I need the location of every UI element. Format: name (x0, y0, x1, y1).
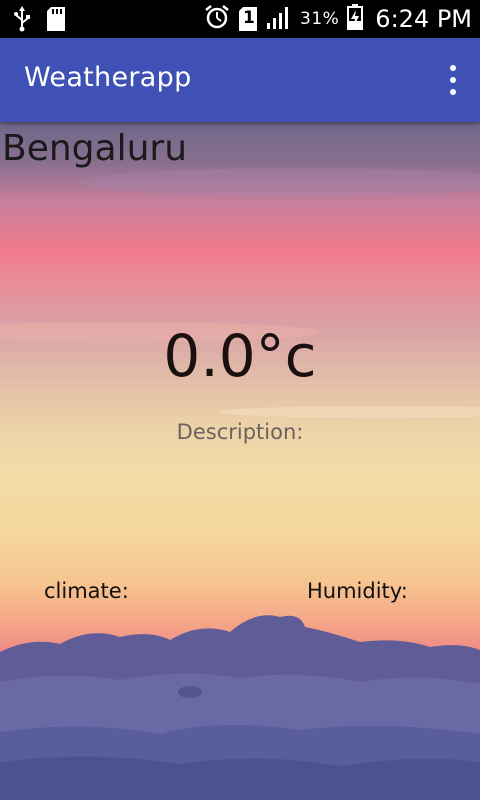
app-bar: Weatherapp (0, 38, 480, 122)
signal-icon (266, 5, 292, 33)
temperature-value: 0.0°c (163, 322, 317, 390)
battery-percent: 31% (300, 9, 340, 29)
weather-screen: 1 31% 6:24 PM Weatherapp Bengaluru 0.0°c… (0, 0, 480, 800)
sim-slot-number: 1 (243, 8, 255, 28)
status-bar: 1 31% 6:24 PM (0, 0, 480, 38)
overflow-menu-icon[interactable] (446, 65, 460, 95)
humidity-label: Humidity: (307, 579, 408, 603)
status-time: 6:24 PM (375, 5, 472, 33)
description-label: Description: (176, 420, 304, 444)
status-bar-right: 1 31% 6:24 PM (204, 3, 472, 35)
status-bar-left (14, 6, 66, 36)
menu-dot (450, 77, 456, 83)
sim-icon: 1 (238, 6, 258, 32)
climate-label: climate: (44, 579, 129, 603)
menu-dot (450, 89, 456, 95)
city-name: Bengaluru (2, 128, 188, 169)
sky-background-image (0, 122, 480, 800)
alarm-icon (204, 4, 230, 34)
app-title: Weatherapp (24, 62, 192, 93)
battery-charging-icon (347, 4, 364, 34)
usb-icon (14, 6, 30, 36)
sd-card-icon (46, 6, 66, 36)
menu-dot (450, 65, 456, 71)
